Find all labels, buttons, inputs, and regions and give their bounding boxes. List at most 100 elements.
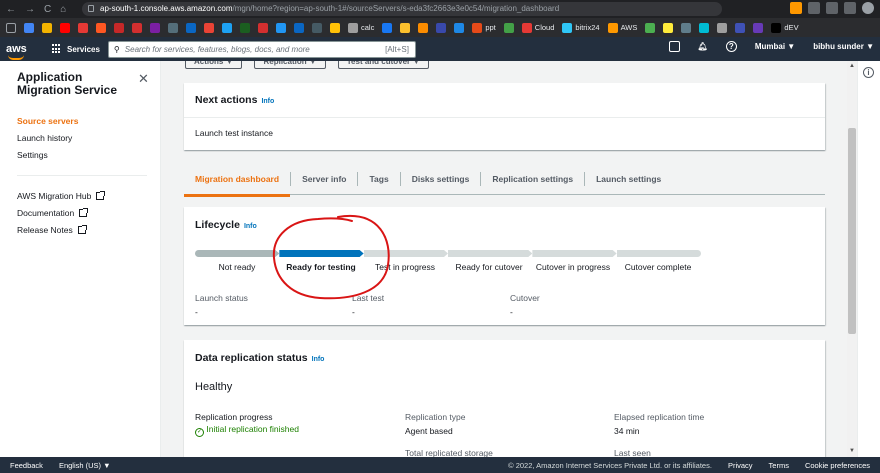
lock-icon xyxy=(88,5,94,12)
nav-settings[interactable]: Settings xyxy=(17,150,48,160)
bookmark-item[interactable] xyxy=(717,22,728,33)
cloudshell-icon[interactable] xyxy=(668,41,680,52)
bookmark-item[interactable] xyxy=(42,22,52,33)
bookmark-item[interactable] xyxy=(681,22,692,33)
actions-button[interactable]: Actions ▼ xyxy=(185,61,243,69)
cookie-preferences-link[interactable]: Cookie preferences xyxy=(805,461,870,470)
bookmark-item[interactable] xyxy=(294,22,304,33)
info-icon[interactable]: i xyxy=(863,67,874,78)
tab-disks-settings[interactable]: Disks settings xyxy=(401,172,482,186)
bookmark-favicon-icon xyxy=(472,22,483,33)
bookmark-item[interactable] xyxy=(436,22,447,33)
bookmark-item[interactable]: calc xyxy=(348,22,374,33)
bookmark-item[interactable] xyxy=(114,22,124,33)
privacy-link[interactable]: Privacy xyxy=(728,461,753,470)
apps-icon[interactable] xyxy=(6,22,16,33)
lifecycle-progress-bar xyxy=(195,250,701,257)
bookmark-item[interactable] xyxy=(24,22,34,33)
search-input[interactable]: ⚲ Search for services, features, blogs, … xyxy=(107,40,416,58)
bookmark-favicon-icon xyxy=(294,22,304,33)
bookmark-item[interactable] xyxy=(400,22,411,33)
close-icon[interactable]: ✕ xyxy=(138,71,149,87)
bookmark-item[interactable] xyxy=(276,22,286,33)
bookmark-item[interactable] xyxy=(645,22,656,33)
extension-icon[interactable] xyxy=(826,2,838,14)
info-link[interactable]: Info xyxy=(261,98,274,105)
service-title: Application Migration Service xyxy=(17,70,118,97)
replication-button[interactable]: Replication ▼ xyxy=(254,61,326,69)
bookmark-favicon-icon xyxy=(168,22,178,33)
notifications-bell-icon[interactable]: 🔔︎ xyxy=(698,42,708,51)
test-and-cutover-button[interactable]: Test and cutover ▼ xyxy=(337,61,430,69)
feedback-link[interactable]: Feedback xyxy=(10,461,43,470)
bookmark-item[interactable] xyxy=(312,22,322,33)
profile-avatar[interactable] xyxy=(862,2,874,14)
bookmark-item[interactable] xyxy=(753,22,764,33)
reload-icon[interactable]: C xyxy=(44,4,51,15)
tab-replication-settings[interactable]: Replication settings xyxy=(481,172,586,186)
bookmark-item[interactable]: dEV xyxy=(771,22,799,33)
forward-icon[interactable]: → xyxy=(25,4,35,15)
scroll-down-arrow[interactable]: ▼ xyxy=(849,448,855,454)
address-bar[interactable]: ap-south-1.console.aws.amazon.com/mgn/ho… xyxy=(82,2,722,16)
tab-tags[interactable]: Tags xyxy=(358,172,401,186)
extension-icon[interactable] xyxy=(808,2,820,14)
scroll-up-arrow[interactable]: ▲ xyxy=(849,63,855,69)
home-icon[interactable]: ⌂ xyxy=(60,4,66,15)
main-content: Actions ▼ Replication ▼ Test and cutover… xyxy=(161,61,847,457)
bookmark-item[interactable] xyxy=(382,22,393,33)
aws-console-header: aws Services ⚲ Search for services, feat… xyxy=(0,37,880,61)
tab-migration-dashboard[interactable]: Migration dashboard xyxy=(184,172,292,197)
scrollbar-thumb[interactable] xyxy=(848,128,856,334)
bookmark-item[interactable] xyxy=(735,22,746,33)
bookmark-item[interactable] xyxy=(60,22,70,33)
region-selector[interactable]: Mumbai ▼ xyxy=(755,42,795,51)
bookmark-favicon-icon xyxy=(771,22,782,33)
extension-icon[interactable] xyxy=(790,2,802,14)
info-link[interactable]: Info xyxy=(244,223,257,230)
bookmark-item[interactable] xyxy=(454,22,465,33)
nav-launch-history[interactable]: Launch history xyxy=(17,133,72,143)
info-link[interactable]: Info xyxy=(312,356,325,363)
services-menu-button[interactable]: Services xyxy=(52,44,100,54)
bookmark-item[interactable]: AWS xyxy=(607,22,638,33)
language-selector[interactable]: English (US) ▼ xyxy=(59,461,111,470)
bookmark-item[interactable] xyxy=(240,22,250,33)
bookmark-item[interactable] xyxy=(699,22,710,33)
lifecycle-stage-label: Cutover complete xyxy=(624,262,692,272)
aws-logo[interactable]: aws xyxy=(6,43,34,60)
sidepanel-icon[interactable] xyxy=(844,2,856,14)
tab-launch-settings[interactable]: Launch settings xyxy=(585,172,672,186)
account-menu[interactable]: bibhu sunder ▼ xyxy=(813,42,874,51)
bookmark-item[interactable] xyxy=(258,22,268,33)
back-icon[interactable]: ← xyxy=(6,4,16,15)
nav-release-notes[interactable]: Release Notes xyxy=(17,225,87,235)
bookmark-item[interactable]: Cloud xyxy=(521,22,554,33)
bookmark-item[interactable] xyxy=(168,22,178,33)
grid-icon xyxy=(52,44,62,54)
bookmark-item[interactable] xyxy=(78,22,88,33)
bookmark-item[interactable] xyxy=(96,22,106,33)
nav-source-servers[interactable]: Source servers xyxy=(17,116,78,126)
bookmark-item[interactable] xyxy=(204,22,214,33)
nav-aws-migration-hub[interactable]: AWS Migration Hub xyxy=(17,191,106,201)
bookmark-item[interactable] xyxy=(330,22,340,33)
bookmark-item[interactable] xyxy=(663,22,674,33)
bookmark-item[interactable]: bitrix24 xyxy=(562,22,600,33)
bookmark-item[interactable] xyxy=(132,22,142,33)
bookmark-item[interactable] xyxy=(150,22,160,33)
bookmark-label: AWS xyxy=(620,23,638,32)
bookmark-favicon-icon xyxy=(150,22,160,33)
lifecycle-segment xyxy=(532,250,616,257)
tab-server-info[interactable]: Server info xyxy=(291,172,359,186)
terms-link[interactable]: Terms xyxy=(769,461,789,470)
bookmark-item[interactable] xyxy=(503,22,514,33)
bookmark-favicon-icon xyxy=(24,22,34,33)
bookmark-item[interactable] xyxy=(222,22,232,33)
help-icon[interactable]: ? xyxy=(725,41,737,52)
bookmark-item[interactable] xyxy=(186,22,196,33)
nav-documentation[interactable]: Documentation xyxy=(17,208,89,218)
bookmark-favicon-icon xyxy=(454,22,465,33)
bookmark-item[interactable]: ppt xyxy=(472,22,496,33)
bookmark-item[interactable] xyxy=(418,22,429,33)
